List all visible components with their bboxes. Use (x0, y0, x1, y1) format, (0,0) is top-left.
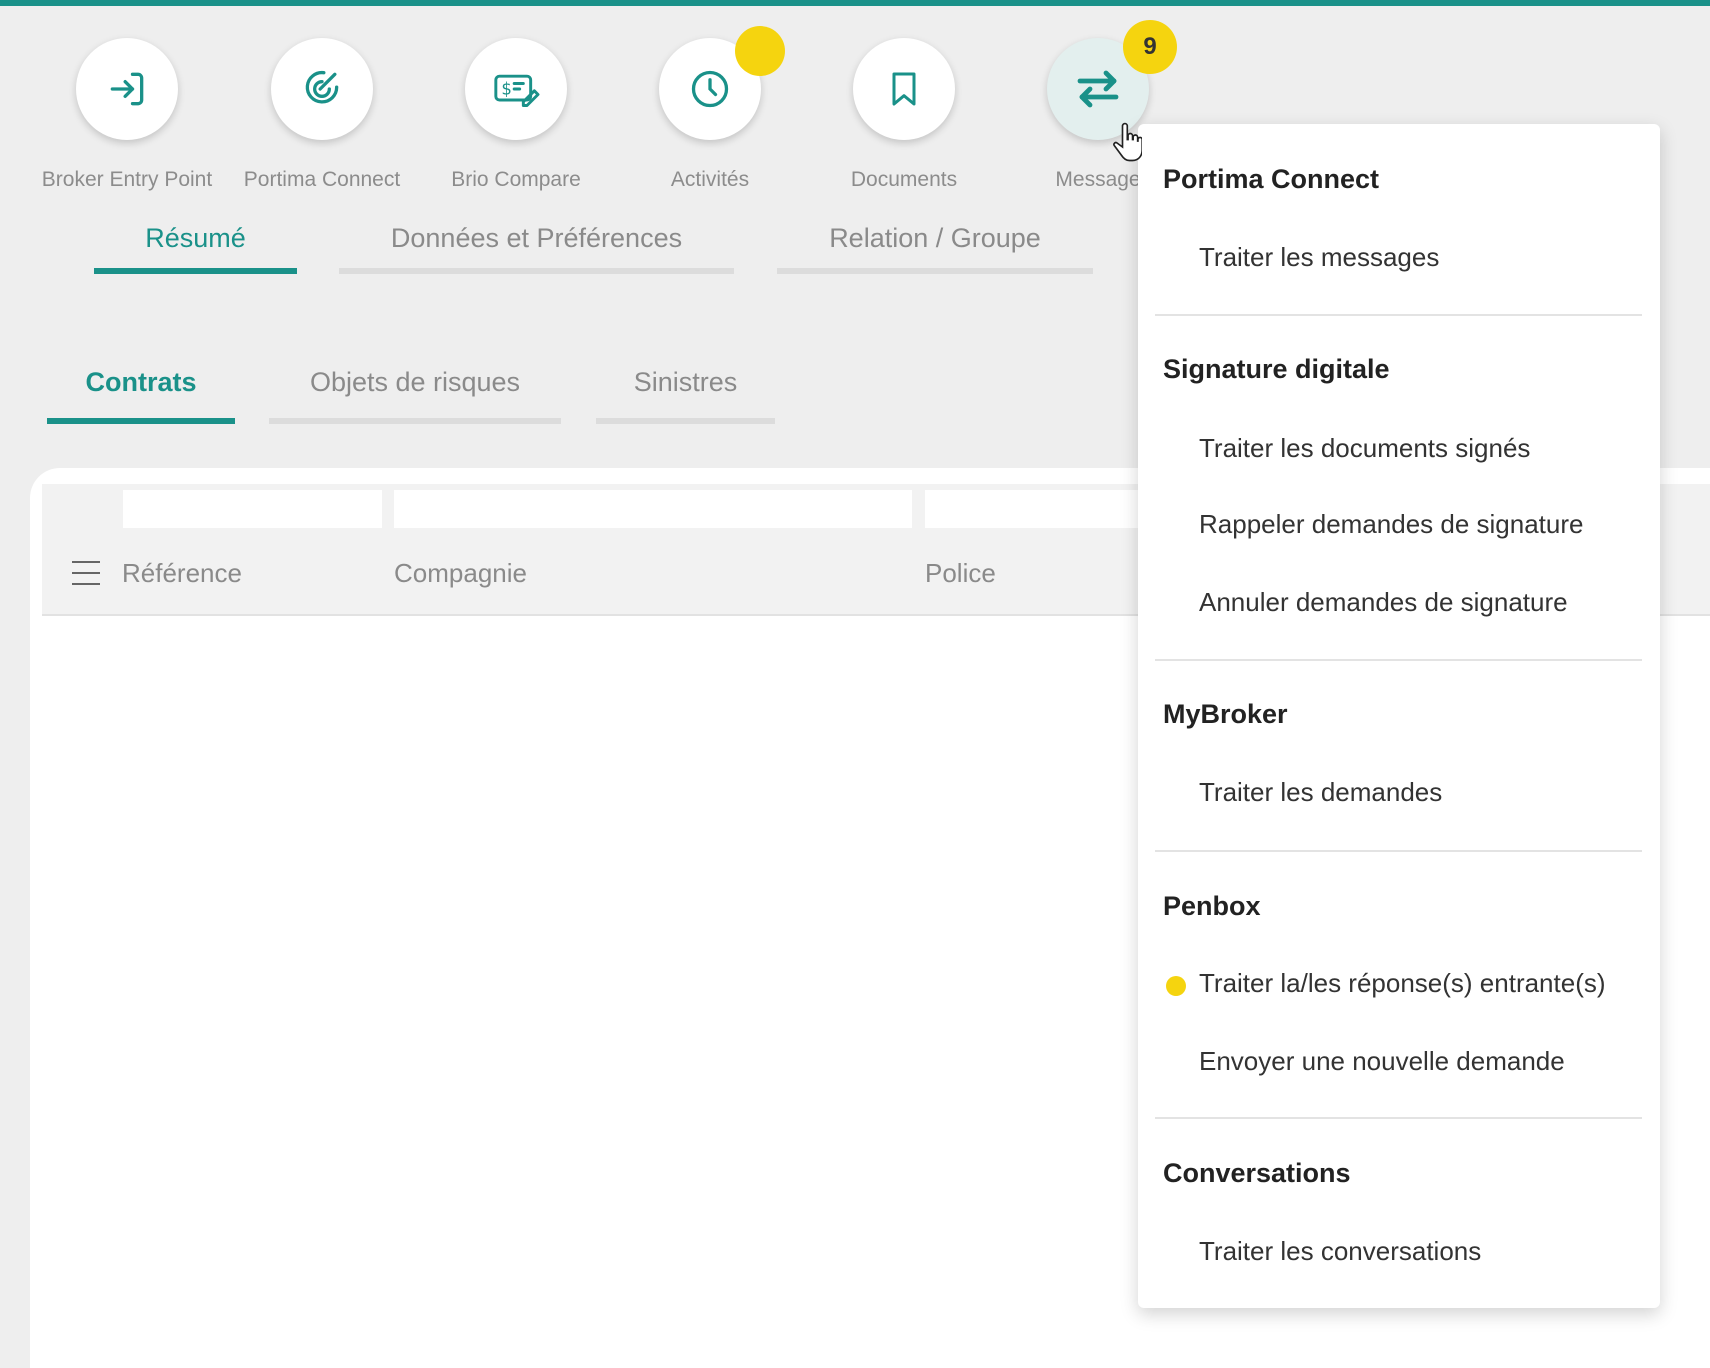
tab-relation-groupe-underline (777, 268, 1093, 274)
broker-entry-point-label: Broker Entry Point (41, 168, 213, 191)
menu-divider (1155, 1117, 1642, 1119)
tab-sinistres-underline (596, 418, 775, 424)
tab-contrats-underline (47, 418, 235, 424)
tab-relation-groupe[interactable]: Relation / Groupe (777, 223, 1093, 254)
section-title-mybroker: MyBroker (1163, 699, 1288, 729)
menu-item-traiter-conversations[interactable]: Traiter les conversations (1199, 1236, 1481, 1267)
menu-item-traiter-documents-signes[interactable]: Traiter les documents signés (1199, 433, 1530, 464)
bookmark-icon (853, 38, 955, 140)
tab-resume-underline (94, 268, 297, 274)
penbox-unread-dot (1166, 976, 1186, 996)
target-check-icon (271, 38, 373, 140)
documents-label: Documents (850, 168, 958, 191)
menu-item-annuler-demandes-signature[interactable]: Annuler demandes de signature (1199, 587, 1568, 618)
activites-notification-dot (735, 26, 785, 76)
tab-objets-de-risques-underline (269, 418, 561, 424)
top-accent-bar (0, 0, 1710, 6)
menu-item-envoyer-nouvelle-demande[interactable]: Envoyer une nouvelle demande (1199, 1046, 1565, 1077)
section-title-signature-digitale: Signature digitale (1163, 354, 1390, 384)
messages-dropdown-menu: Portima Connect Traiter les messages Sig… (1138, 124, 1660, 1308)
messages-count-badge: 9 (1123, 20, 1177, 74)
menu-divider (1155, 314, 1642, 316)
portima-connect-button[interactable]: Portima Connect (222, 38, 422, 192)
menu-divider (1155, 850, 1642, 852)
column-header-police[interactable]: Police (925, 558, 996, 589)
section-title-portima-connect: Portima Connect (1163, 164, 1380, 194)
section-title-conversations: Conversations (1163, 1158, 1351, 1188)
documents-button[interactable]: Documents (804, 38, 1004, 192)
broker-entry-point-button[interactable]: Broker Entry Point (27, 38, 227, 192)
column-header-reference[interactable]: Référence (122, 558, 242, 589)
tab-donnees-preferences-underline (339, 268, 734, 274)
compagnie-filter-input[interactable] (394, 490, 912, 528)
login-arrow-icon (76, 38, 178, 140)
menu-item-traiter-demandes[interactable]: Traiter les demandes (1199, 777, 1442, 808)
svg-text:$: $ (501, 80, 512, 99)
tab-contrats[interactable]: Contrats (47, 367, 235, 398)
brio-compare-label: Brio Compare (451, 168, 581, 191)
dollar-edit-icon: $ (465, 38, 567, 140)
section-title-penbox: Penbox (1163, 891, 1261, 921)
brio-compare-button[interactable]: $ Brio Compare (416, 38, 616, 192)
activites-label: Activités (670, 168, 750, 191)
column-menu-icon[interactable] (72, 561, 100, 594)
menu-item-traiter-reponses-entrantes[interactable]: Traiter la/les réponse(s) entrante(s) (1199, 968, 1606, 999)
hand-pointer-cursor-icon (1112, 122, 1143, 171)
tab-objets-de-risques[interactable]: Objets de risques (269, 367, 561, 398)
column-header-compagnie[interactable]: Compagnie (394, 558, 527, 589)
menu-item-traiter-messages[interactable]: Traiter les messages (1199, 242, 1439, 273)
tab-resume[interactable]: Résumé (94, 223, 297, 254)
menu-divider (1155, 659, 1642, 661)
menu-item-rappeler-demandes-signature[interactable]: Rappeler demandes de signature (1199, 509, 1583, 540)
tab-donnees-preferences[interactable]: Données et Préférences (339, 223, 734, 254)
reference-filter-input[interactable] (123, 490, 382, 528)
tab-sinistres[interactable]: Sinistres (596, 367, 775, 398)
portima-connect-label: Portima Connect (243, 168, 401, 191)
